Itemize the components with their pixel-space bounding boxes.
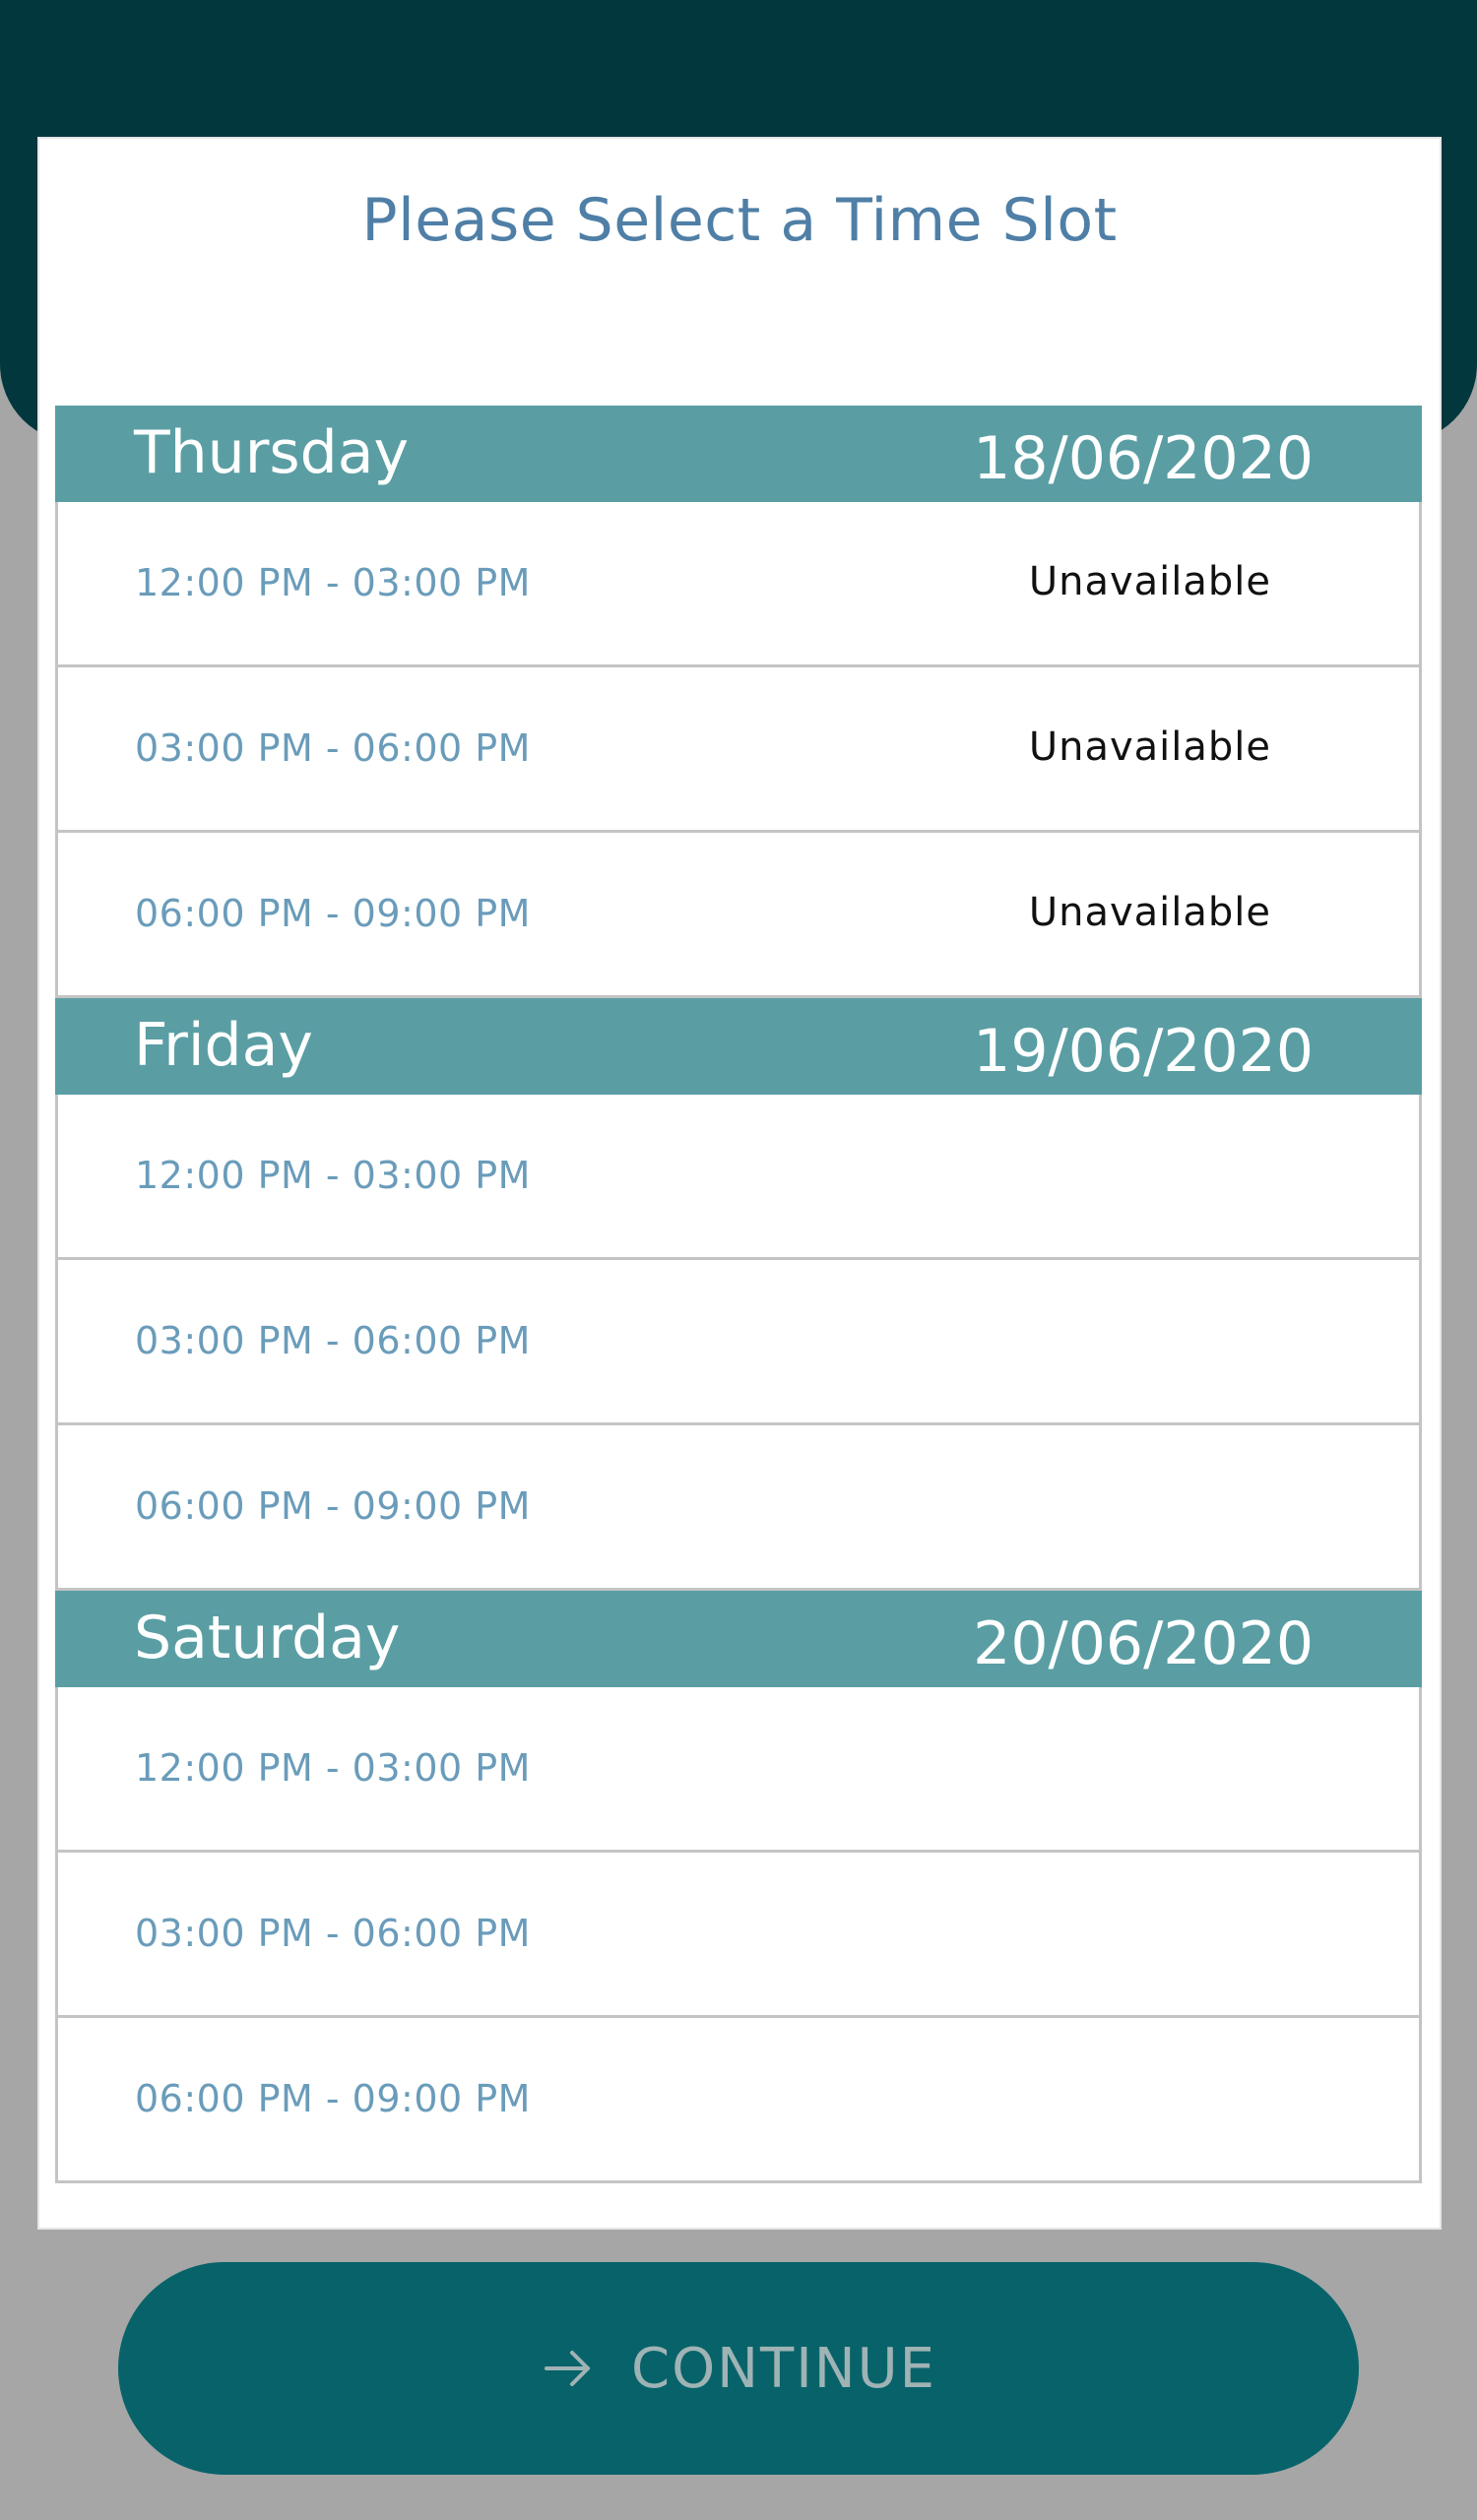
slot-status: Unavailable xyxy=(1028,724,1271,770)
day-header-thursday: Thursday 18/06/2020 xyxy=(55,406,1422,502)
day-header-friday: Friday 19/06/2020 xyxy=(55,998,1422,1095)
day-name: Friday xyxy=(134,1011,313,1080)
arrow-right-icon xyxy=(541,2341,596,2396)
slot-time: 12:00 PM - 03:00 PM xyxy=(135,1154,531,1197)
continue-label: CONTINUE xyxy=(630,2336,937,2401)
dialog-title: Please Select a Time Slot xyxy=(361,186,1118,255)
slot-time: 03:00 PM - 06:00 PM xyxy=(135,1912,531,1955)
slot-time: 12:00 PM - 03:00 PM xyxy=(135,561,531,604)
time-slot-row[interactable]: 03:00 PM - 06:00 PM xyxy=(55,1260,1422,1425)
slot-time: 06:00 PM - 09:00 PM xyxy=(135,892,531,935)
slot-status: Unavailable xyxy=(1028,890,1271,935)
time-slot-row[interactable]: 06:00 PM - 09:00 PM xyxy=(55,2018,1422,2183)
time-slot-row[interactable]: 06:00 PM - 09:00 PM Unavailable xyxy=(55,833,1422,998)
time-slot-row[interactable]: 12:00 PM - 03:00 PM xyxy=(55,1095,1422,1260)
day-header-saturday: Saturday 20/06/2020 xyxy=(55,1591,1422,1687)
day-date: 19/06/2020 xyxy=(973,1017,1314,1086)
time-slot-row[interactable]: 03:00 PM - 06:00 PM xyxy=(55,1853,1422,2018)
slot-status: Unavailable xyxy=(1028,559,1271,604)
day-name: Saturday xyxy=(134,1604,401,1672)
slot-time: 03:00 PM - 06:00 PM xyxy=(135,1319,531,1362)
day-date: 18/06/2020 xyxy=(973,424,1314,493)
time-slot-row[interactable]: 03:00 PM - 06:00 PM Unavailable xyxy=(55,667,1422,833)
slot-time: 12:00 PM - 03:00 PM xyxy=(135,1746,531,1790)
time-slot-row[interactable]: 12:00 PM - 03:00 PM xyxy=(55,1687,1422,1853)
day-date: 20/06/2020 xyxy=(973,1609,1314,1678)
day-name: Thursday xyxy=(134,418,409,487)
slot-time: 06:00 PM - 09:00 PM xyxy=(135,2077,531,2120)
slot-time: 06:00 PM - 09:00 PM xyxy=(135,1484,531,1528)
continue-button[interactable]: CONTINUE xyxy=(118,2262,1359,2475)
time-slot-dialog: Please Select a Time Slot Thursday 18/06… xyxy=(39,139,1440,2228)
time-slot-row[interactable]: 06:00 PM - 09:00 PM xyxy=(55,1425,1422,1591)
time-slot-row[interactable]: 12:00 PM - 03:00 PM Unavailable xyxy=(55,502,1422,667)
page: Please Select a Time Slot Thursday 18/06… xyxy=(0,0,1477,2520)
day-list: Thursday 18/06/2020 12:00 PM - 03:00 PM … xyxy=(55,406,1422,2183)
slot-time: 03:00 PM - 06:00 PM xyxy=(135,726,531,770)
